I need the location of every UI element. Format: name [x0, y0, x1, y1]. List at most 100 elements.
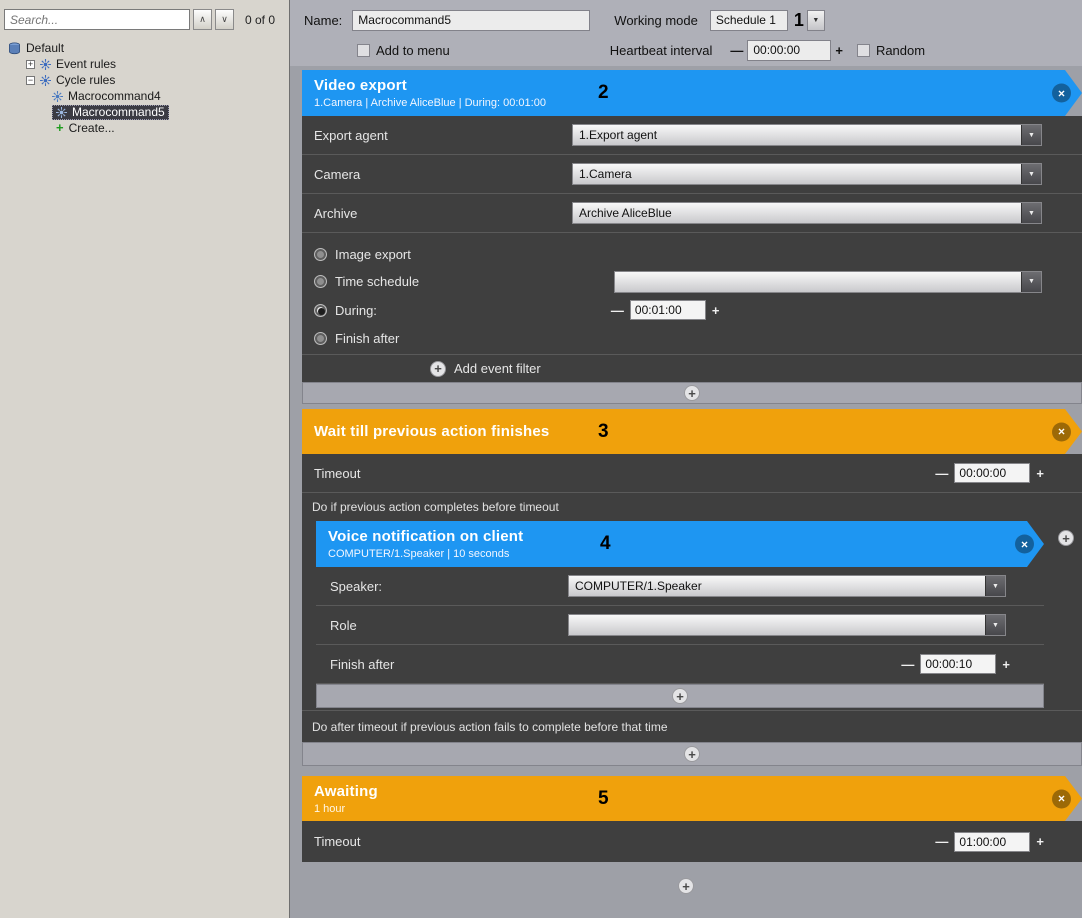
plus-circle-icon[interactable]: +: [430, 361, 446, 377]
add-action-bar[interactable]: +: [302, 742, 1082, 766]
voice-notification-block: Voice notification on client COMPUTER/1.…: [316, 521, 1044, 708]
radio-label: Time schedule: [335, 274, 419, 289]
camera-dropdown[interactable]: 1.Camera ▼: [572, 163, 1042, 185]
plus-button[interactable]: +: [1030, 466, 1050, 481]
export-agent-dropdown[interactable]: 1.Export agent ▼: [572, 124, 1042, 146]
tree-item-label: Default: [26, 41, 64, 55]
random-checkbox[interactable]: [857, 44, 870, 57]
tree-item-cycle-rules[interactable]: − Cycle rules: [0, 72, 289, 88]
annotation-2: 2: [598, 82, 609, 104]
radio-finish-after[interactable]: Finish after: [314, 325, 1082, 352]
macro-settings-bar: Name: Working mode Schedule 1 1 ▼ Add to…: [290, 0, 1082, 66]
chevron-up-icon: ∧: [199, 14, 206, 25]
role-dropdown[interactable]: ▼: [568, 614, 1006, 636]
section-title: Awaiting: [314, 783, 1082, 800]
camera-label: Camera: [314, 167, 360, 182]
tree-item-macrocommand4[interactable]: Macrocommand4: [0, 88, 289, 104]
video-export-header[interactable]: Video export 1.Camera | Archive AliceBlu…: [302, 70, 1082, 116]
export-agent-value: 1.Export agent: [573, 125, 1021, 145]
plus-circle-icon[interactable]: +: [684, 746, 700, 762]
tree-item-label: Create...: [69, 121, 115, 135]
minus-button[interactable]: —: [895, 657, 920, 672]
awaiting-timeout-spinner: — +: [929, 832, 1050, 852]
radio-label: Finish after: [335, 331, 399, 346]
chevron-down-icon[interactable]: ▼: [1021, 164, 1041, 184]
tree-item-macrocommand5[interactable]: Macrocommand5: [0, 104, 289, 120]
radio-image-export[interactable]: Image export: [314, 241, 1082, 268]
awaiting-timeout-input[interactable]: [954, 832, 1030, 852]
chevron-down-icon: ▼: [812, 17, 819, 24]
time-schedule-dropdown[interactable]: ▼: [614, 271, 1042, 293]
minus-button[interactable]: —: [726, 43, 747, 58]
tree-item-label: Macrocommand5: [72, 105, 165, 119]
wait-header[interactable]: Wait till previous action finishes 3 ×: [302, 409, 1082, 454]
radio-icon[interactable]: [314, 304, 327, 317]
close-icon[interactable]: ×: [1052, 789, 1071, 808]
radio-icon[interactable]: [314, 275, 327, 288]
archive-value: Archive AliceBlue: [573, 203, 1021, 223]
timeout-label: Timeout: [314, 834, 360, 849]
during-input[interactable]: [630, 300, 706, 320]
add-parallel-action-button[interactable]: +: [1058, 530, 1074, 546]
plus-button[interactable]: +: [1030, 834, 1050, 849]
close-icon[interactable]: ×: [1052, 84, 1071, 103]
minus-button[interactable]: —: [929, 466, 954, 481]
speaker-dropdown[interactable]: COMPUTER/1.Speaker ▼: [568, 575, 1006, 597]
plus-circle-icon[interactable]: +: [684, 385, 700, 401]
finish-after-row: Finish after — +: [316, 645, 1044, 684]
macro-icon: [52, 91, 63, 102]
do-after-text: Do after timeout if previous action fail…: [312, 720, 668, 734]
export-agent-row: Export agent 1.Export agent ▼: [302, 116, 1082, 155]
macro-name-input[interactable]: [352, 10, 590, 31]
minus-button[interactable]: —: [605, 303, 630, 318]
export-mode-radios: Image export Time schedule ▼ During: —: [302, 233, 1082, 355]
search-input[interactable]: [4, 9, 190, 30]
radio-time-schedule[interactable]: Time schedule ▼: [314, 268, 1082, 295]
plus-button[interactable]: +: [831, 43, 847, 58]
radio-icon[interactable]: [314, 248, 327, 261]
plus-button[interactable]: +: [706, 303, 726, 318]
archive-dropdown[interactable]: Archive AliceBlue ▼: [572, 202, 1042, 224]
add-action-button[interactable]: +: [290, 878, 1082, 894]
tree-item-event-rules[interactable]: + Event rules: [0, 56, 289, 72]
plus-circle-icon[interactable]: +: [672, 688, 688, 704]
time-schedule-value: [615, 272, 1021, 292]
voice-header[interactable]: Voice notification on client COMPUTER/1.…: [316, 521, 1044, 567]
expand-icon[interactable]: +: [26, 60, 35, 69]
plus-button[interactable]: +: [996, 657, 1016, 672]
heartbeat-interval-input[interactable]: [747, 40, 831, 61]
wait-timeout-input[interactable]: [954, 463, 1030, 483]
chevron-down-icon[interactable]: ▼: [1021, 203, 1041, 223]
do-after-label: Do after timeout if previous action fail…: [302, 710, 1082, 742]
annotation-3: 3: [598, 421, 609, 443]
add-action-bar[interactable]: +: [302, 382, 1082, 404]
awaiting-timeout-row: Timeout — +: [302, 821, 1082, 862]
chevron-down-icon[interactable]: ▼: [1021, 125, 1041, 145]
chevron-down-icon[interactable]: ▼: [985, 615, 1005, 635]
chevron-down-icon[interactable]: ▼: [1021, 272, 1041, 292]
annotation-5: 5: [598, 788, 609, 810]
search-prev-button[interactable]: ∧: [193, 9, 212, 30]
add-action-bar[interactable]: +: [316, 684, 1044, 708]
finish-after-spinner: — +: [895, 654, 1016, 674]
add-to-menu-checkbox[interactable]: [357, 44, 370, 57]
close-icon[interactable]: ×: [1052, 422, 1071, 441]
tree-item-create[interactable]: + Create...: [0, 120, 289, 136]
working-mode-dropdown[interactable]: Schedule 1: [710, 10, 788, 31]
search-result-count: 0 of 0: [245, 13, 275, 27]
radio-during[interactable]: During: — +: [314, 295, 1082, 325]
export-agent-label: Export agent: [314, 128, 388, 143]
plus-circle-icon[interactable]: +: [678, 878, 694, 894]
awaiting-header[interactable]: Awaiting 1 hour 5 ×: [302, 776, 1082, 821]
add-event-filter-button[interactable]: + Add event filter: [302, 355, 1082, 382]
chevron-down-icon[interactable]: ▼: [985, 576, 1005, 596]
random-label: Random: [876, 43, 925, 58]
search-next-button[interactable]: ∨: [215, 9, 234, 30]
close-icon[interactable]: ×: [1015, 535, 1034, 554]
finish-after-input[interactable]: [920, 654, 996, 674]
collapse-icon[interactable]: −: [26, 76, 35, 85]
working-mode-arrow-button[interactable]: ▼: [807, 10, 825, 31]
radio-icon[interactable]: [314, 332, 327, 345]
minus-button[interactable]: —: [929, 834, 954, 849]
tree-item-default[interactable]: Default: [0, 40, 289, 56]
